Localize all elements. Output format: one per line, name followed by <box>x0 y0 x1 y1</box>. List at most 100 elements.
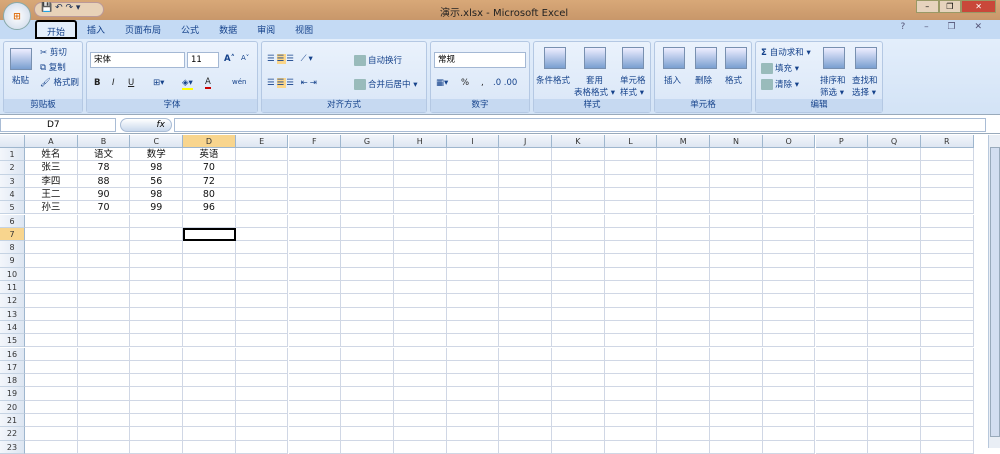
cell-C13[interactable] <box>130 307 184 321</box>
cell-P5[interactable] <box>815 201 869 215</box>
cell-N2[interactable] <box>710 161 763 175</box>
cell-L10[interactable] <box>604 267 658 281</box>
cell-I22[interactable] <box>446 427 500 441</box>
cell-B23[interactable] <box>77 440 131 454</box>
cell-C19[interactable] <box>130 387 184 401</box>
tab-2[interactable]: 页面布局 <box>115 20 171 39</box>
cell-J5[interactable] <box>499 201 552 215</box>
cell-Q17[interactable] <box>868 360 921 375</box>
cell-A3[interactable]: 李四 <box>25 174 78 188</box>
cell-D10[interactable] <box>183 267 236 281</box>
cell-I4[interactable] <box>446 187 500 202</box>
cell-F21[interactable] <box>288 414 342 428</box>
comma-button[interactable]: , <box>481 78 484 88</box>
row-header-18[interactable]: 18 <box>0 374 25 388</box>
cell-N20[interactable] <box>710 400 763 414</box>
cell-I2[interactable] <box>446 161 500 175</box>
cell-N6[interactable] <box>710 214 763 228</box>
fill-button[interactable]: 填充 ▾ <box>761 62 799 74</box>
cell-K18[interactable] <box>552 374 605 388</box>
column-header-A[interactable]: A <box>25 135 78 148</box>
cell-G20[interactable] <box>341 400 394 414</box>
cell-B15[interactable] <box>77 334 131 348</box>
table-format-button[interactable]: 套用 <box>586 74 603 86</box>
cell-N23[interactable] <box>710 440 763 454</box>
cell-P21[interactable] <box>815 414 869 428</box>
cell-F8[interactable] <box>288 241 342 255</box>
cell-F4[interactable] <box>288 187 342 202</box>
cell-A16[interactable] <box>25 347 78 361</box>
cell-N10[interactable] <box>710 267 763 281</box>
row-header-22[interactable]: 22 <box>0 427 25 441</box>
cell-H5[interactable] <box>393 201 447 215</box>
cell-O22[interactable] <box>762 427 816 441</box>
insert-function-button[interactable]: fx <box>120 118 172 132</box>
cell-F23[interactable] <box>288 440 342 454</box>
row-header-8[interactable]: 8 <box>0 241 25 255</box>
cell-I5[interactable] <box>446 201 500 215</box>
cell-O15[interactable] <box>762 334 816 348</box>
cell-I12[interactable] <box>446 294 500 308</box>
cell-J9[interactable] <box>499 254 552 268</box>
cell-E14[interactable] <box>235 320 289 335</box>
cell-K4[interactable] <box>552 187 605 202</box>
column-header-I[interactable]: I <box>446 135 500 148</box>
cell-N1[interactable] <box>710 148 763 162</box>
cell-L11[interactable] <box>604 281 658 295</box>
row-header-23[interactable]: 23 <box>0 440 25 454</box>
cell-R20[interactable] <box>920 400 974 414</box>
cell-E10[interactable] <box>235 267 289 281</box>
insert-button[interactable]: 插入 <box>664 74 681 86</box>
row-header-3[interactable]: 3 <box>0 174 25 188</box>
cell-H21[interactable] <box>393 414 447 428</box>
cell-D20[interactable] <box>183 400 236 414</box>
cell-D6[interactable] <box>183 214 236 228</box>
cell-F6[interactable] <box>288 214 342 228</box>
cell-E18[interactable] <box>235 374 289 388</box>
cell-E16[interactable] <box>235 347 289 361</box>
cell-L22[interactable] <box>604 427 658 441</box>
cell-Q18[interactable] <box>868 374 921 388</box>
cell-B10[interactable] <box>77 267 131 281</box>
cell-J18[interactable] <box>499 374 552 388</box>
cell-D11[interactable] <box>183 281 236 295</box>
column-header-H[interactable]: H <box>393 135 447 148</box>
cell-O9[interactable] <box>762 254 816 268</box>
column-header-L[interactable]: L <box>604 135 658 148</box>
cell-A8[interactable] <box>25 241 78 255</box>
cell-K9[interactable] <box>552 254 605 268</box>
office-button[interactable]: ⊞ <box>3 2 31 30</box>
row-header-7[interactable]: 7 <box>0 227 25 242</box>
cell-O6[interactable] <box>762 214 816 228</box>
name-box[interactable]: D7 <box>0 118 116 132</box>
autosum-button[interactable]: Σ 自动求和 ▾ <box>761 46 811 58</box>
cell-Q4[interactable] <box>868 187 921 202</box>
cell-B21[interactable] <box>77 414 131 428</box>
cell-O23[interactable] <box>762 440 816 454</box>
cell-H20[interactable] <box>393 400 447 414</box>
cell-N16[interactable] <box>710 347 763 361</box>
cell-M20[interactable] <box>657 400 711 414</box>
cell-M4[interactable] <box>657 187 711 202</box>
cell-L2[interactable] <box>604 161 658 175</box>
cell-G12[interactable] <box>341 294 394 308</box>
cell-P10[interactable] <box>815 267 869 281</box>
cell-P2[interactable] <box>815 161 869 175</box>
row-header-10[interactable]: 10 <box>0 267 25 281</box>
cell-I10[interactable] <box>446 267 500 281</box>
cell-F11[interactable] <box>288 281 342 295</box>
cell-M15[interactable] <box>657 334 711 348</box>
cell-L17[interactable] <box>604 360 658 375</box>
cell-D21[interactable] <box>183 414 236 428</box>
cell-P8[interactable] <box>815 241 869 255</box>
cell-I6[interactable] <box>446 214 500 228</box>
cell-O11[interactable] <box>762 281 816 295</box>
cell-L12[interactable] <box>604 294 658 308</box>
cell-D1[interactable]: 英语 <box>183 148 236 162</box>
cell-M17[interactable] <box>657 360 711 375</box>
select-all-button[interactable] <box>0 135 25 148</box>
cell-Q12[interactable] <box>868 294 921 308</box>
cell-R16[interactable] <box>920 347 974 361</box>
cell-D9[interactable] <box>183 254 236 268</box>
cell-I19[interactable] <box>446 387 500 401</box>
